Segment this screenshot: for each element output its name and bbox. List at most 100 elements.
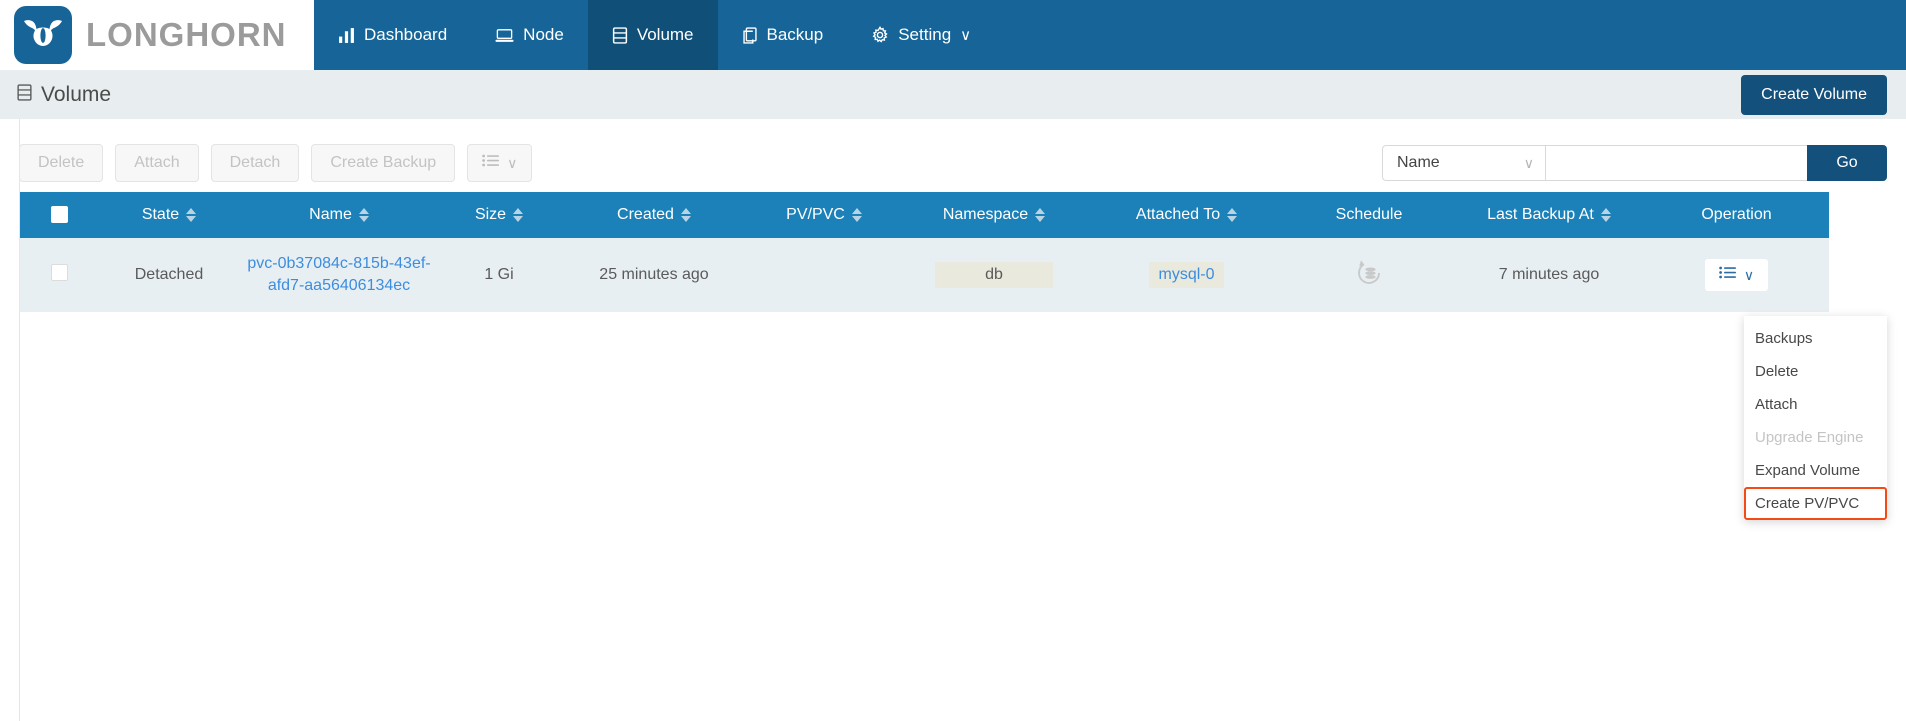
sort-icon[interactable] — [1600, 208, 1611, 222]
server-icon — [495, 27, 514, 44]
column-label: State — [141, 206, 180, 223]
page-header: Volume Create Volume — [0, 70, 1906, 119]
cell-last-backup-at: 7 minutes ago — [1454, 238, 1644, 312]
volume-table-body: Detached pvc-0b37084c-815b-43ef-afd7-aa5… — [19, 238, 1829, 312]
row-checkbox[interactable] — [50, 264, 68, 281]
column-label: Namespace — [942, 206, 1029, 223]
column-header-operation: Operation — [1644, 192, 1829, 238]
nav-item-label: Backup — [766, 25, 824, 44]
column-header-name[interactable]: Name — [239, 192, 439, 238]
column-label: Last Backup At — [1487, 206, 1594, 223]
volume-table-header: State Name Size Created PV/PVC Namespace — [19, 192, 1829, 238]
column-options-button[interactable]: ∨ — [467, 144, 533, 182]
chart-bar-icon — [338, 27, 355, 44]
nav-item-node[interactable]: Node — [471, 0, 588, 70]
volume-table: State Name Size Created PV/PVC Namespace — [19, 192, 1829, 312]
nav-item-backup[interactable]: Backup — [718, 0, 848, 70]
cell-pv-pvc — [749, 238, 899, 312]
column-label: Operation — [1701, 206, 1772, 223]
nav-item-label: Setting — [898, 25, 952, 44]
menu-item-upgrade-engine: Upgrade Engine — [1755, 429, 1864, 446]
cell-schedule — [1284, 238, 1454, 312]
column-header-attached-to[interactable]: Attached To — [1089, 192, 1284, 238]
content-area: Delete Attach Detach Create Backup ∨ Nam… — [0, 119, 1906, 721]
menu-item-backups[interactable]: Backups — [1744, 322, 1887, 355]
column-header-namespace[interactable]: Namespace — [899, 192, 1089, 238]
select-all-checkbox[interactable] — [50, 206, 68, 224]
nav-item-setting[interactable]: Setting ∨ — [847, 0, 995, 70]
menu-item-delete[interactable]: Delete — [1744, 355, 1887, 388]
recurring-backup-icon — [1353, 259, 1385, 293]
search-input[interactable] — [1545, 145, 1807, 181]
gear-icon — [871, 26, 889, 44]
cell-name: pvc-0b37084c-815b-43ef-afd7-aa56406134ec — [239, 238, 439, 312]
page-title: Volume — [17, 83, 111, 107]
column-label: Created — [617, 206, 674, 223]
menu-item-expand-volume[interactable]: Expand Volume — [1744, 454, 1887, 487]
sort-icon[interactable] — [513, 208, 524, 222]
list-lines-icon — [1719, 266, 1737, 284]
column-header-size[interactable]: Size — [439, 192, 559, 238]
row-select-cell — [19, 238, 99, 312]
volume-name-link[interactable]: pvc-0b37084c-815b-43ef-afd7-aa56406134ec — [247, 255, 430, 294]
nav-items: Dashboard Node Volume Backup Setting ∨ — [314, 0, 995, 70]
top-navigation-bar: LONGHORN Dashboard Node Volume Backup Se… — [0, 0, 1906, 70]
sort-icon[interactable] — [1227, 208, 1238, 222]
search-go-button[interactable]: Go — [1807, 145, 1887, 181]
menu-item-attach[interactable]: Attach — [1744, 388, 1887, 421]
attached-to-link[interactable]: mysql-0 — [1149, 262, 1224, 288]
search-field-select[interactable]: Name ∨ — [1382, 145, 1545, 181]
column-header-created[interactable]: Created — [559, 192, 749, 238]
column-header-last-backup-at[interactable]: Last Backup At — [1454, 192, 1644, 238]
sort-icon[interactable] — [186, 208, 197, 222]
cell-state: Detached — [99, 238, 239, 312]
nav-item-dashboard[interactable]: Dashboard — [314, 0, 471, 70]
menu-item-create-pv-pvc[interactable]: Create PV/PVC — [1744, 487, 1887, 520]
column-header-schedule: Schedule — [1284, 192, 1454, 238]
column-label: Size — [474, 206, 507, 223]
cell-attached-to: mysql-0 — [1089, 238, 1284, 312]
create-volume-button[interactable]: Create Volume — [1741, 74, 1887, 115]
chevron-down-icon: ∨ — [507, 155, 518, 171]
sort-icon[interactable] — [851, 208, 862, 222]
nav-item-volume[interactable]: Volume — [587, 0, 718, 70]
toolbar-action-buttons: Delete Attach Detach Create Backup ∨ — [19, 144, 533, 182]
database-stack-icon — [612, 26, 628, 44]
delete-button[interactable]: Delete — [19, 144, 104, 182]
row-operation-button[interactable]: ∨ — [1704, 259, 1769, 291]
longhorn-bull-icon — [14, 6, 72, 64]
detach-button[interactable]: Detach — [210, 144, 300, 182]
column-label: Name — [309, 206, 352, 223]
namespace-tag: db — [935, 262, 1053, 288]
chevron-down-icon: ∨ — [1523, 154, 1534, 171]
nav-item-label: Node — [523, 25, 564, 44]
select-all-header — [19, 192, 99, 238]
sort-icon[interactable] — [680, 208, 691, 222]
page-title-text: Volume — [41, 82, 112, 106]
column-header-state[interactable]: State — [99, 192, 239, 238]
cell-created: 25 minutes ago — [559, 238, 749, 312]
column-label: Attached To — [1135, 206, 1221, 223]
brand-area[interactable]: LONGHORN — [0, 0, 314, 70]
nav-item-label: Dashboard — [364, 25, 448, 44]
table-row[interactable]: Detached pvc-0b37084c-815b-43ef-afd7-aa5… — [19, 238, 1829, 312]
column-header-pv-pvc[interactable]: PV/PVC — [749, 192, 899, 238]
create-backup-button[interactable]: Create Backup — [311, 144, 456, 182]
search-field-selected-value: Name — [1397, 154, 1440, 171]
column-label: PV/PVC — [786, 206, 845, 223]
table-header-row: State Name Size Created PV/PVC Namespace — [19, 192, 1829, 238]
chevron-down-icon: ∨ — [1743, 267, 1755, 283]
sort-icon[interactable] — [358, 208, 369, 222]
copy-icon — [742, 26, 758, 44]
operation-dropdown-menu: Backups Delete Attach Upgrade Engine Exp… — [1744, 316, 1887, 520]
cell-namespace: db — [899, 238, 1089, 312]
nav-item-label: Volume — [636, 25, 694, 44]
cell-operation: ∨ — [1644, 238, 1829, 312]
table-toolbar: Delete Attach Detach Create Backup ∨ Nam… — [19, 119, 1887, 192]
content-left-divider — [19, 119, 20, 721]
attach-button[interactable]: Attach — [115, 144, 199, 182]
sort-icon[interactable] — [1035, 208, 1046, 222]
search-controls: Name ∨ Go — [1382, 145, 1887, 181]
list-lines-icon — [482, 154, 500, 172]
chevron-down-icon: ∨ — [960, 27, 972, 44]
